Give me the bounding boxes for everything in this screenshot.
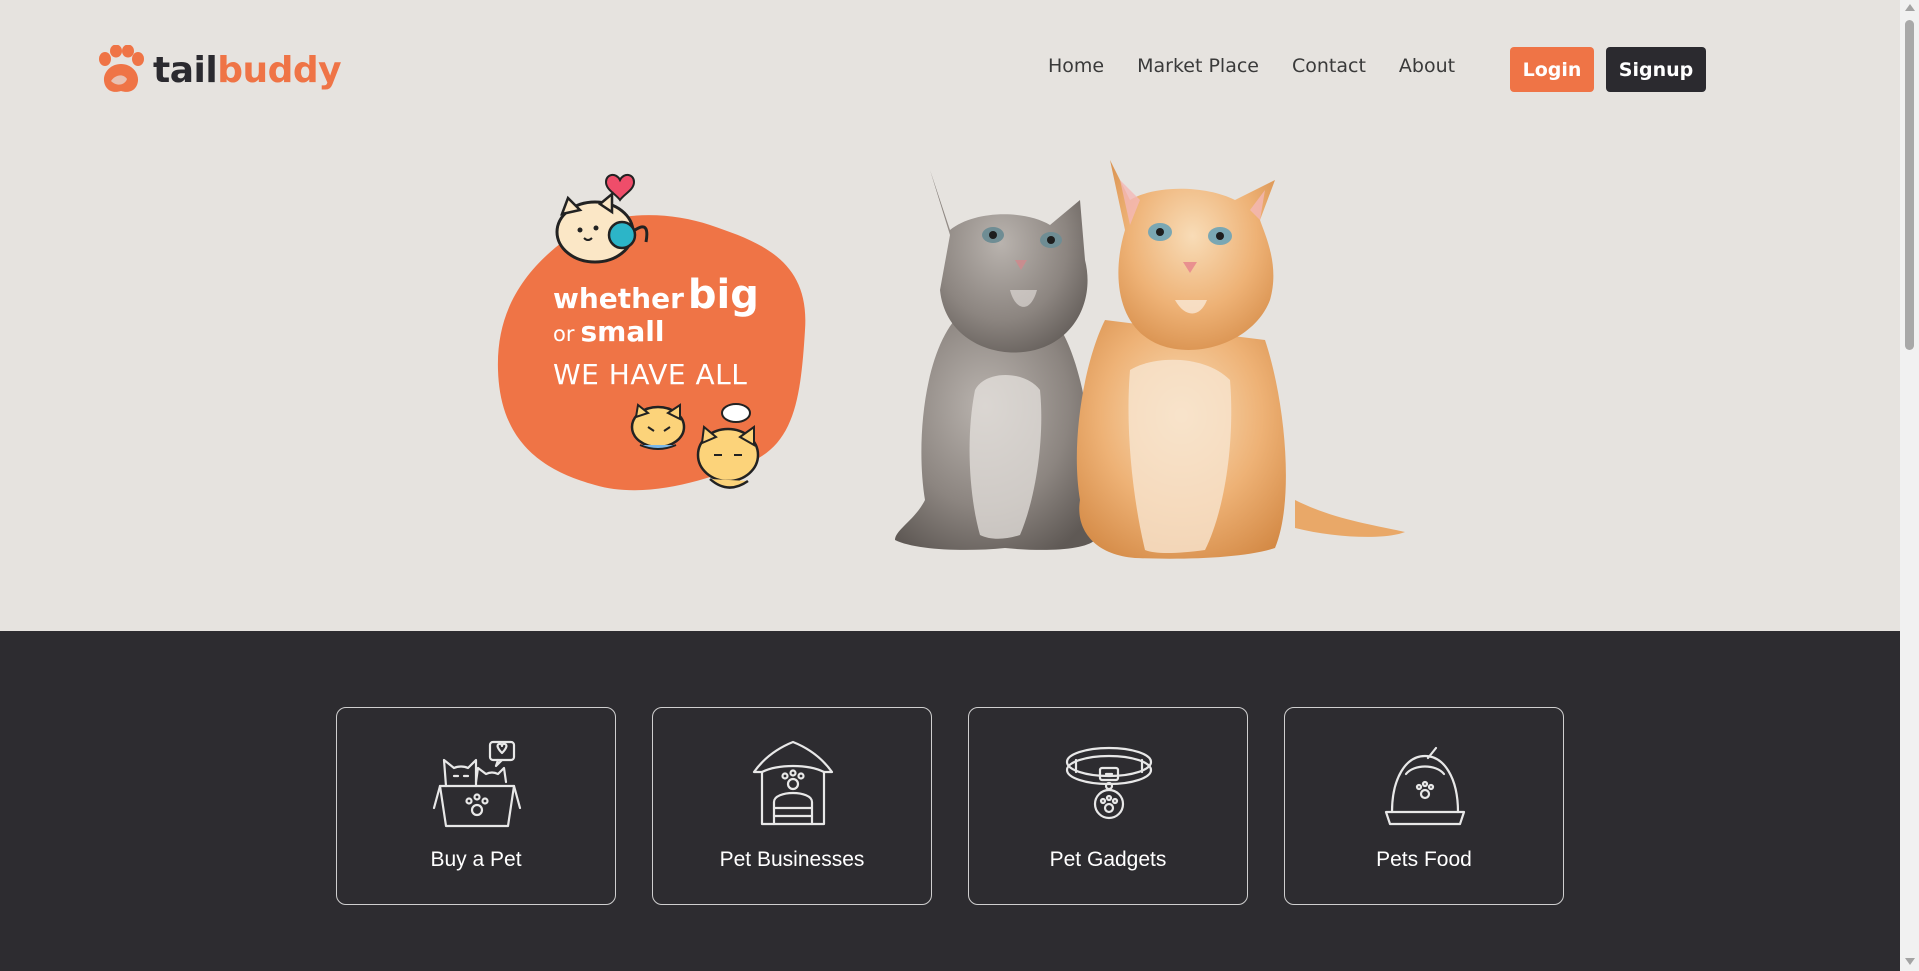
nav-contact[interactable]: Contact <box>1292 55 1366 77</box>
brand-name-buddy: buddy <box>217 49 342 91</box>
pet-collar-icon <box>1065 746 1153 820</box>
nav-about[interactable]: About <box>1399 55 1455 77</box>
category-label: Pet Businesses <box>719 848 865 871</box>
scroll-up-arrow-icon[interactable] <box>1905 4 1915 11</box>
hero-big: big <box>687 272 759 318</box>
nav-home[interactable]: Home <box>1048 55 1104 77</box>
category-cards: Buy a Pet Pet Businesses Pet Gadgets Pet… <box>336 707 1564 905</box>
hero-line-3: WE HAVE ALL <box>553 358 748 391</box>
nav-market-place[interactable]: Market Place <box>1137 55 1259 77</box>
hero-section: whether big or small WE HAVE ALL <box>0 130 1900 630</box>
page-scrollbar[interactable] <box>1900 0 1919 971</box>
two-kittens-photo <box>895 160 1405 559</box>
pet-food-bowl-icon <box>1384 746 1466 826</box>
header: tailbuddy Home Market Place Contact Abou… <box>0 0 1900 130</box>
hero-line-2: or small <box>553 315 664 348</box>
login-button[interactable]: Login <box>1510 47 1594 92</box>
hero-whether: whether <box>553 282 684 315</box>
category-label: Pets Food <box>1376 848 1472 871</box>
cats-in-box-icon <box>432 740 522 828</box>
pet-house-icon <box>752 740 834 826</box>
hero-or: or <box>553 322 575 346</box>
page: tailbuddy Home Market Place Contact Abou… <box>0 0 1900 971</box>
scrollbar-thumb[interactable] <box>1905 20 1914 350</box>
main-nav: Home Market Place Contact About <box>1048 55 1455 77</box>
paw-logo-icon <box>99 45 144 92</box>
category-label: Pet Gadgets <box>1049 848 1167 871</box>
category-card-buy-a-pet[interactable]: Buy a Pet <box>336 707 616 905</box>
category-card-pet-businesses[interactable]: Pet Businesses <box>652 707 932 905</box>
category-label: Buy a Pet <box>430 848 522 871</box>
brand-logo[interactable]: tailbuddy <box>97 44 342 96</box>
signup-button[interactable]: Signup <box>1606 47 1706 92</box>
categories-section: Buy a Pet Pet Businesses Pet Gadgets Pet… <box>0 631 1900 971</box>
brand-name-tail: tail <box>153 49 218 91</box>
category-card-pet-gadgets[interactable]: Pet Gadgets <box>968 707 1248 905</box>
hero-small: small <box>580 315 665 348</box>
hero-line-1: whether big <box>553 272 759 318</box>
category-card-pets-food[interactable]: Pets Food <box>1284 707 1564 905</box>
scroll-down-arrow-icon[interactable] <box>1905 958 1915 965</box>
